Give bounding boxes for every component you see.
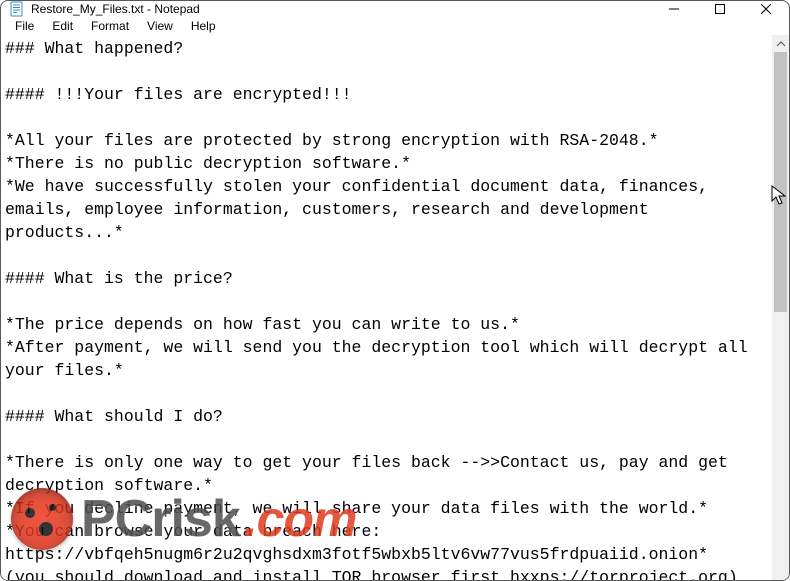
- scroll-thumb[interactable]: [774, 52, 787, 312]
- scroll-up-arrow-icon[interactable]: [772, 35, 789, 52]
- notepad-icon: [9, 1, 25, 17]
- menu-edit[interactable]: Edit: [44, 17, 81, 35]
- menubar: File Edit Format View Help: [1, 17, 789, 35]
- menu-help[interactable]: Help: [183, 17, 224, 35]
- titlebar[interactable]: Restore_My_Files.txt - Notepad: [1, 1, 789, 17]
- notepad-window: Restore_My_Files.txt - Notepad File Edit…: [0, 0, 790, 581]
- menu-view[interactable]: View: [139, 17, 181, 35]
- menu-file[interactable]: File: [7, 17, 42, 35]
- close-button[interactable]: [743, 1, 789, 17]
- scroll-down-arrow-icon[interactable]: [772, 574, 789, 581]
- vertical-scrollbar[interactable]: [772, 35, 789, 581]
- minimize-button[interactable]: [651, 1, 697, 17]
- maximize-button[interactable]: [697, 1, 743, 17]
- text-editor[interactable]: ### What happened? #### !!!Your files ar…: [1, 35, 772, 581]
- content-area: ### What happened? #### !!!Your files ar…: [1, 35, 789, 581]
- window-controls: [651, 1, 789, 17]
- menu-format[interactable]: Format: [83, 17, 137, 35]
- scroll-track[interactable]: [772, 52, 789, 574]
- window-title: Restore_My_Files.txt - Notepad: [31, 2, 200, 16]
